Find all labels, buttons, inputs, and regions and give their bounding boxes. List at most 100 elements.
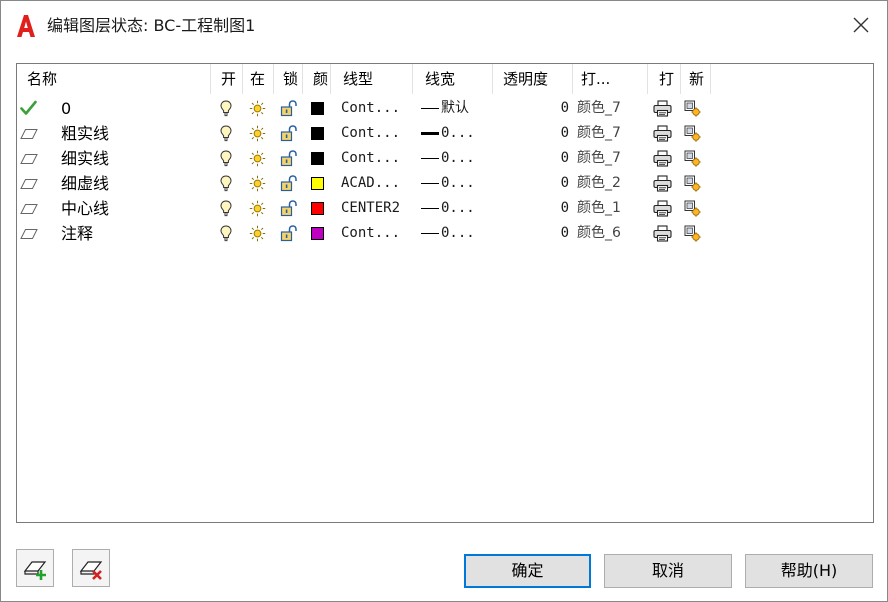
layer-transparency[interactable]: 0	[493, 196, 569, 221]
layer-lock-toggle[interactable]	[280, 100, 297, 117]
column-header-new-vp-freeze[interactable]: 新	[681, 64, 711, 94]
layer-transparency[interactable]: 0	[493, 96, 569, 121]
lightbulb-icon	[220, 200, 232, 217]
layer-lock-toggle[interactable]	[280, 150, 297, 167]
remove-layers-button[interactable]	[72, 549, 110, 587]
layer-color-swatch[interactable]	[311, 152, 324, 165]
layer-on-toggle[interactable]	[220, 175, 237, 192]
layer-plot-style[interactable]: 颜色_7	[577, 96, 649, 121]
layer-plot-toggle[interactable]	[653, 100, 672, 117]
layer-plot-style[interactable]: 颜色_2	[577, 171, 649, 196]
layer-plot-style[interactable]: 颜色_7	[577, 121, 649, 146]
layer-on-toggle[interactable]	[220, 100, 237, 117]
layer-row[interactable]: 中心线 CENTER2 0... 0 颜色_1	[17, 196, 873, 221]
layer-color-swatch[interactable]	[311, 202, 324, 215]
layer-linetype[interactable]: Cont...	[341, 96, 413, 121]
column-header-on[interactable]: 开	[211, 64, 243, 94]
column-header-row: 名称 开 在 锁 颜 线型 线宽 透明度 打... 打 新	[17, 64, 873, 94]
column-header-lineweight[interactable]: 线宽	[413, 64, 493, 94]
layer-freeze-toggle[interactable]	[249, 225, 266, 242]
ok-button[interactable]: 确定	[464, 554, 591, 588]
layer-row[interactable]: 细虚线 ACAD... 0... 0 颜色_2	[17, 171, 873, 196]
layer-linetype[interactable]: Cont...	[341, 221, 413, 246]
layer-plot-toggle[interactable]	[653, 125, 672, 142]
layer-lineweight: 0...	[441, 150, 475, 166]
layer-new-vp-freeze-toggle[interactable]	[684, 200, 701, 217]
layer-on-toggle[interactable]	[220, 200, 237, 217]
autocad-logo-icon	[17, 15, 35, 37]
layer-lock-toggle[interactable]	[280, 225, 297, 242]
column-header-plot[interactable]: 打	[648, 64, 681, 94]
layer-plot-toggle[interactable]	[653, 200, 672, 217]
new-viewport-freeze-icon	[684, 150, 701, 167]
layer-plot-style[interactable]: 颜色_1	[577, 196, 649, 221]
layer-plot-style[interactable]: 颜色_6	[577, 221, 649, 246]
layer-lineweight-cell[interactable]: 0...	[421, 146, 495, 171]
layer-freeze-toggle[interactable]	[249, 150, 266, 167]
layer-list[interactable]: 名称 开 在 锁 颜 线型 线宽 透明度 打... 打 新 0 Cont... 默认…	[16, 63, 874, 523]
layer-on-toggle[interactable]	[220, 125, 237, 142]
layer-lock-toggle[interactable]	[280, 175, 297, 192]
layer-plot-toggle[interactable]	[653, 225, 672, 242]
layer-lineweight: 0...	[441, 200, 475, 216]
layer-row[interactable]: 注释 Cont... 0... 0 颜色_6	[17, 221, 873, 246]
layer-status	[20, 100, 37, 117]
layer-transparency[interactable]: 0	[493, 121, 569, 146]
layer-row[interactable]: 细实线 Cont... 0... 0 颜色_7	[17, 146, 873, 171]
help-button[interactable]: 帮助(H)	[745, 554, 873, 588]
column-header-transparency[interactable]: 透明度	[493, 64, 573, 94]
layer-transparency[interactable]: 0	[493, 221, 569, 246]
layer-lock-toggle[interactable]	[280, 200, 297, 217]
layer-freeze-toggle[interactable]	[249, 200, 266, 217]
remove-layers-icon	[79, 561, 103, 580]
close-button[interactable]	[835, 1, 887, 49]
layer-status	[20, 175, 38, 192]
layer-new-vp-freeze-toggle[interactable]	[684, 225, 701, 242]
column-header-linetype[interactable]: 线型	[331, 64, 413, 94]
layer-freeze-toggle[interactable]	[249, 175, 266, 192]
layer-transparency[interactable]: 0	[493, 171, 569, 196]
column-header-lock[interactable]: 锁	[274, 64, 303, 94]
layer-on-toggle[interactable]	[220, 225, 237, 242]
layer-color-swatch[interactable]	[311, 127, 324, 140]
sun-icon	[249, 100, 266, 117]
layer-color-swatch[interactable]	[311, 227, 324, 240]
edit-layer-state-dialog: 编辑图层状态: BC-工程制图1 名称 开 在 锁 颜 线型 线宽 透明度 打.…	[0, 0, 888, 602]
layer-linetype[interactable]: CENTER2	[341, 196, 413, 221]
layer-status	[20, 225, 38, 242]
layer-new-vp-freeze-toggle[interactable]	[684, 175, 701, 192]
layer-freeze-toggle[interactable]	[249, 100, 266, 117]
layer-plot-style[interactable]: 颜色_7	[577, 146, 649, 171]
layer-new-vp-freeze-toggle[interactable]	[684, 100, 701, 117]
layer-color-swatch[interactable]	[311, 102, 324, 115]
layer-new-vp-freeze-toggle[interactable]	[684, 125, 701, 142]
layer-lineweight-cell[interactable]: 0...	[421, 121, 495, 146]
layer-row[interactable]: 0 Cont... 默认 0 颜色_7	[17, 96, 873, 121]
printer-icon	[653, 100, 672, 117]
column-header-color[interactable]: 颜	[303, 64, 331, 94]
layer-lineweight: 0...	[441, 175, 475, 191]
layer-lineweight-cell[interactable]: 0...	[421, 171, 495, 196]
column-header-freeze[interactable]: 在	[243, 64, 274, 94]
unlocked-padlock-icon	[280, 200, 297, 217]
column-header-plotstyle[interactable]: 打...	[573, 64, 648, 94]
add-layers-button[interactable]	[16, 549, 54, 587]
layer-freeze-toggle[interactable]	[249, 125, 266, 142]
layer-plot-toggle[interactable]	[653, 175, 672, 192]
layer-linetype[interactable]: Cont...	[341, 146, 413, 171]
layer-lock-toggle[interactable]	[280, 125, 297, 142]
printer-icon	[653, 200, 672, 217]
layer-transparency[interactable]: 0	[493, 146, 569, 171]
layer-linetype[interactable]: ACAD...	[341, 171, 413, 196]
layer-lineweight-cell[interactable]: 0...	[421, 221, 495, 246]
layer-new-vp-freeze-toggle[interactable]	[684, 150, 701, 167]
layer-linetype[interactable]: Cont...	[341, 121, 413, 146]
layer-lineweight-cell[interactable]: 0...	[421, 196, 495, 221]
layer-color-swatch[interactable]	[311, 177, 324, 190]
column-header-name[interactable]: 名称	[17, 64, 211, 94]
layer-row[interactable]: 粗实线 Cont... 0... 0 颜色_7	[17, 121, 873, 146]
layer-on-toggle[interactable]	[220, 150, 237, 167]
layer-lineweight-cell[interactable]: 默认	[421, 96, 495, 121]
cancel-button[interactable]: 取消	[604, 554, 732, 588]
layer-plot-toggle[interactable]	[653, 150, 672, 167]
